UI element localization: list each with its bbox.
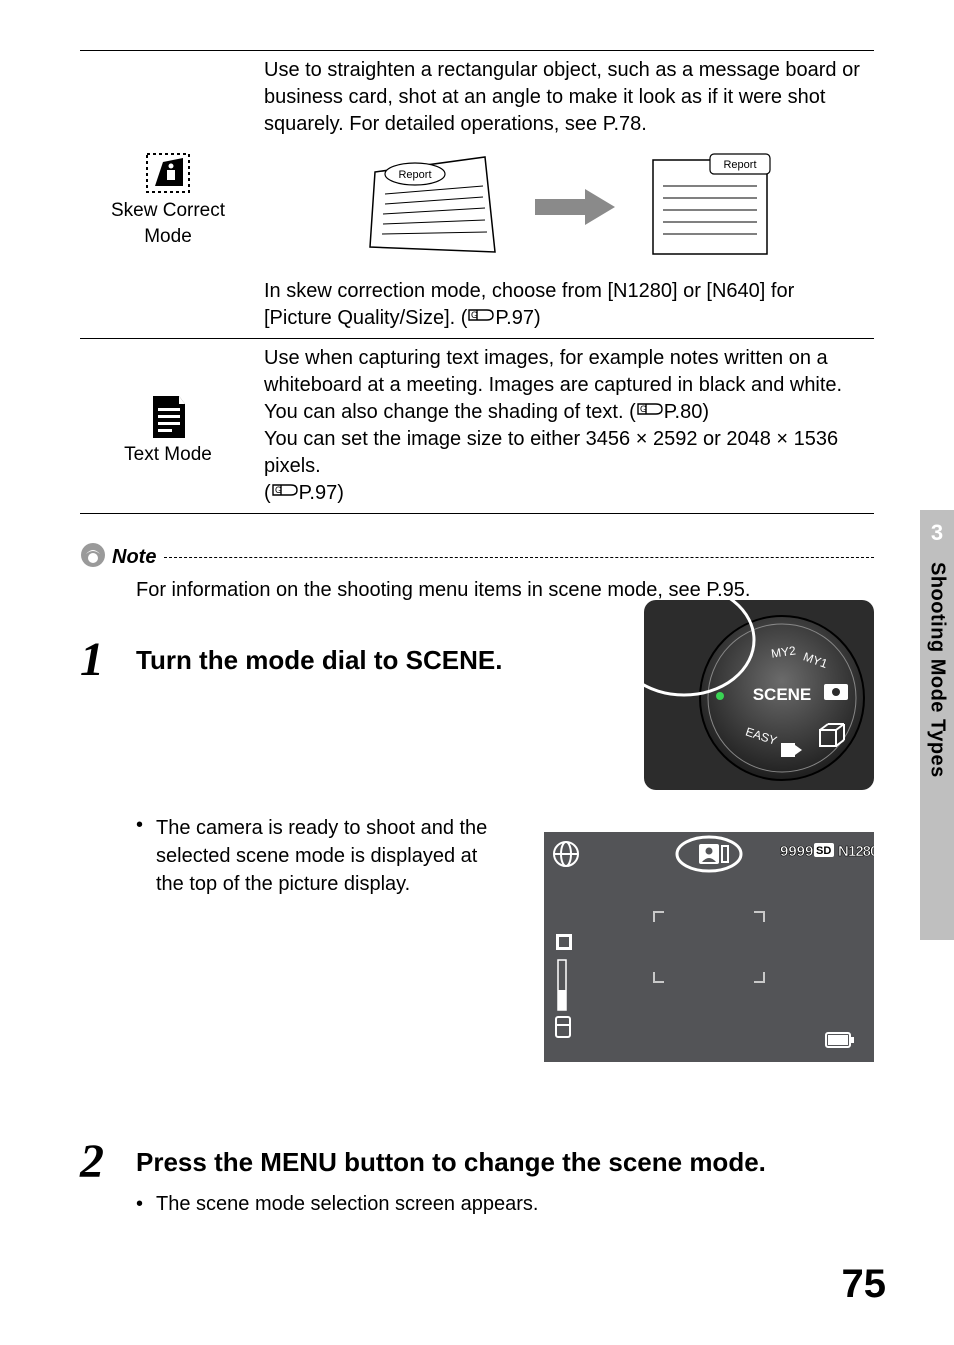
svg-text:G: G [471,310,478,320]
text-line3: You can set the image size to either 345… [264,426,866,480]
report-label-straight: Report [723,159,756,171]
step-2-title: Press the MENU button to change the scen… [136,1138,874,1180]
chapter-title: Shooting Mode Types [926,562,949,778]
page-ref-icon: G [271,481,299,499]
note-dash-line [164,557,874,558]
report-straight-icon: Report [645,152,775,262]
svg-text:G: G [275,485,282,495]
text-line4-ref: P.97 [299,482,338,504]
skew-desc-2: In skew correction mode, choose from [N1… [264,278,866,332]
page-ref-icon: G [636,400,664,418]
svg-text:G: G [640,404,647,414]
step-1-bullet-text: The camera is ready to shoot and the sel… [156,814,516,898]
skew-desc-1: Use to straighten a rectangular object, … [264,57,866,138]
mode-dial-illustration: SCENE MY2 MY1 EASY [644,600,874,795]
step-2: 2 Press the MENU button to change the sc… [80,1138,874,1218]
note-label: Note [112,546,156,569]
skew-correct-icon [143,148,193,198]
text-mode-cell: Text Mode [80,339,256,514]
mode-table: Skew Correct Mode Use to straighten a re… [80,50,874,514]
step-1-number: 1 [80,636,136,684]
text-line4a: ( [264,482,271,504]
step-2-bullet: • The scene mode selection screen appear… [136,1190,874,1218]
svg-text:SD: SD [816,845,831,857]
skew-desc-2b: ) [534,307,541,329]
report-skewed-icon: Report [355,152,505,262]
text-line1: Use when capturing text images, for exam… [264,345,866,399]
skew-mode-label: Skew Correct Mode [88,198,248,249]
arrow-icon [535,187,615,227]
text-line2-ref: P.80 [664,401,703,423]
step-2-bullet-text: The scene mode selection screen appears. [156,1190,538,1218]
text-line2b: ) [702,401,709,423]
note-text: For information on the shooting menu ite… [136,579,874,602]
skew-illustration: Report [264,152,866,262]
svg-text:SCENE: SCENE [753,685,812,704]
skew-desc-2-ref: P.97 [495,307,534,329]
note-row: Note [80,542,874,573]
step-2-number: 2 [80,1138,136,1186]
svg-text:1280: 1280 [848,843,874,860]
page-ref-icon: G [467,306,495,324]
text-line2a: You can also change the shading of text.… [264,401,636,423]
text-mode-icon [143,392,193,442]
text-line4: ( G P.97) [264,480,866,507]
text-line4b: ) [337,482,344,504]
note-bullet-icon [80,542,106,573]
bullet-dot: • [136,814,156,898]
text-line2: You can also change the shading of text.… [264,399,866,426]
text-mode-label: Text Mode [88,442,248,468]
bullet-dot: • [136,1190,156,1218]
skew-mode-cell: Skew Correct Mode [80,51,256,339]
lcd-preview: 9999 SD N 1280 [544,832,874,1067]
chapter-tab: 3 Shooting Mode Types [920,510,954,940]
svg-text:9999: 9999 [780,843,813,860]
report-label-skewed: Report [398,169,431,181]
page-number: 75 [842,1262,887,1307]
text-mode-desc: Use when capturing text images, for exam… [256,339,874,514]
chapter-number: 3 [931,520,943,546]
skew-mode-desc: Use to straighten a rectangular object, … [256,51,874,339]
